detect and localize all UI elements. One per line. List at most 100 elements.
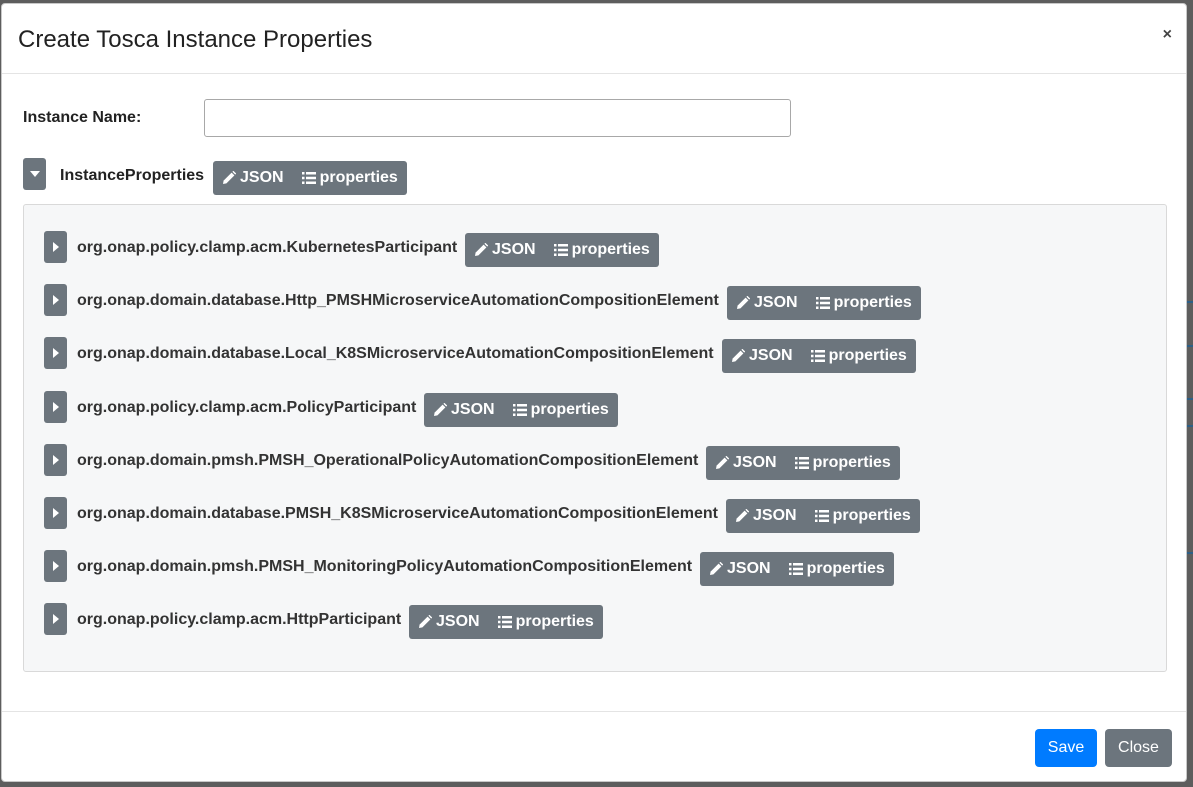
- json-edit-button[interactable]: JSON: [409, 605, 489, 639]
- json-edit-label: JSON: [753, 507, 797, 524]
- modal-header: Create Tosca Instance Properties ×: [2, 4, 1186, 74]
- list-icon: [815, 297, 830, 309]
- instance-properties-button-group: JSON properties: [213, 161, 407, 195]
- property-item-label: org.onap.domain.database.Local_K8SMicros…: [77, 345, 714, 362]
- expand-toggle-button[interactable]: [44, 391, 67, 423]
- properties-label: properties: [806, 560, 885, 577]
- save-button[interactable]: Save: [1035, 729, 1097, 767]
- list-icon: [553, 244, 568, 256]
- json-edit-label: JSON: [749, 347, 793, 364]
- property-item-label: org.onap.domain.pmsh.PMSH_MonitoringPoli…: [77, 558, 693, 575]
- caret-right-icon: [52, 295, 59, 305]
- property-item-label: org.onap.policy.clamp.acm.PolicyParticip…: [77, 399, 417, 416]
- list-icon: [814, 510, 829, 522]
- properties-label: properties: [828, 347, 907, 364]
- instance-name-row: Instance Name:: [23, 99, 823, 137]
- properties-button[interactable]: properties: [806, 499, 920, 533]
- properties-button[interactable]: properties: [802, 339, 916, 373]
- pencil-icon: [709, 562, 723, 576]
- json-edit-button[interactable]: JSON: [726, 499, 806, 533]
- pencil-icon: [418, 615, 432, 629]
- expand-toggle-button[interactable]: [44, 550, 67, 582]
- property-item-label: org.onap.domain.database.Http_PMSHMicros…: [77, 292, 719, 309]
- caret-right-icon: [52, 402, 59, 412]
- expand-toggle-button[interactable]: [44, 444, 67, 476]
- properties-label: properties: [571, 241, 650, 258]
- modal-footer: Save Close: [2, 711, 1186, 781]
- pencil-icon: [433, 403, 447, 417]
- caret-right-icon: [52, 614, 59, 624]
- properties-label: properties: [319, 169, 398, 186]
- collapse-toggle-button[interactable]: [23, 158, 46, 190]
- property-item-button-group: JSON properties: [722, 339, 916, 373]
- list-icon: [794, 457, 809, 469]
- instance-properties-label: InstanceProperties: [60, 167, 205, 184]
- json-edit-label: JSON: [436, 613, 480, 630]
- property-item-label: org.onap.policy.clamp.acm.KubernetesPart…: [77, 239, 458, 256]
- json-edit-label: JSON: [727, 560, 771, 577]
- list-icon: [512, 404, 527, 416]
- properties-button[interactable]: properties: [780, 552, 894, 586]
- json-edit-label: JSON: [240, 169, 284, 186]
- pencil-icon: [735, 509, 749, 523]
- properties-button[interactable]: properties: [293, 161, 407, 195]
- pencil-icon: [715, 456, 729, 470]
- json-edit-button[interactable]: JSON: [465, 233, 545, 267]
- expand-toggle-button[interactable]: [44, 603, 67, 635]
- list-icon: [301, 172, 316, 184]
- caret-down-icon: [29, 171, 40, 177]
- property-item-label: org.onap.domain.pmsh.PMSH_OperationalPol…: [77, 452, 699, 469]
- close-button[interactable]: Close: [1105, 729, 1172, 767]
- caret-right-icon: [52, 508, 59, 518]
- instance-name-input[interactable]: [204, 99, 791, 137]
- list-icon: [810, 350, 825, 362]
- property-item-button-group: JSON properties: [424, 393, 618, 427]
- json-edit-label: JSON: [754, 294, 798, 311]
- json-edit-label: JSON: [733, 454, 777, 471]
- json-edit-button[interactable]: JSON: [213, 161, 293, 195]
- caret-right-icon: [52, 561, 59, 571]
- expand-toggle-button[interactable]: [44, 497, 67, 529]
- json-edit-button[interactable]: JSON: [700, 552, 780, 586]
- properties-label: properties: [530, 401, 609, 418]
- list-icon: [788, 563, 803, 575]
- json-edit-label: JSON: [451, 401, 495, 418]
- json-edit-button[interactable]: JSON: [722, 339, 802, 373]
- property-item-label: org.onap.domain.database.PMSH_K8SMicrose…: [77, 505, 718, 522]
- property-item-button-group: JSON properties: [727, 286, 921, 320]
- properties-label: properties: [515, 613, 594, 630]
- properties-button[interactable]: properties: [807, 286, 921, 320]
- expand-toggle-button[interactable]: [44, 231, 67, 263]
- expand-toggle-button[interactable]: [44, 337, 67, 369]
- modal-dialog: Create Tosca Instance Properties × Insta…: [1, 3, 1187, 782]
- caret-right-icon: [52, 242, 59, 252]
- properties-button[interactable]: properties: [786, 446, 900, 480]
- pencil-icon: [222, 171, 236, 185]
- json-edit-button[interactable]: JSON: [424, 393, 504, 427]
- close-icon[interactable]: ×: [1163, 26, 1172, 44]
- list-icon: [497, 616, 512, 628]
- property-item-button-group: JSON properties: [409, 605, 603, 639]
- properties-label: properties: [833, 294, 912, 311]
- pencil-icon: [736, 296, 750, 310]
- instance-properties-panel: org.onap.policy.clamp.acm.KubernetesPart…: [23, 204, 1167, 672]
- properties-button[interactable]: properties: [504, 393, 618, 427]
- expand-toggle-button[interactable]: [44, 284, 67, 316]
- properties-label: properties: [812, 454, 891, 471]
- json-edit-label: JSON: [492, 241, 536, 258]
- caret-right-icon: [52, 348, 59, 358]
- instance-name-label: Instance Name:: [23, 109, 142, 126]
- pencil-icon: [474, 243, 488, 257]
- properties-label: properties: [832, 507, 911, 524]
- json-edit-button[interactable]: JSON: [706, 446, 786, 480]
- modal-title: Create Tosca Instance Properties: [18, 26, 373, 53]
- properties-button[interactable]: properties: [489, 605, 603, 639]
- caret-right-icon: [52, 455, 59, 465]
- properties-button[interactable]: properties: [545, 233, 659, 267]
- property-item-label: org.onap.policy.clamp.acm.HttpParticipan…: [77, 611, 402, 628]
- pencil-icon: [731, 349, 745, 363]
- json-edit-button[interactable]: JSON: [727, 286, 807, 320]
- property-item-button-group: JSON properties: [700, 552, 894, 586]
- property-item-button-group: JSON properties: [726, 499, 920, 533]
- property-item-button-group: JSON properties: [706, 446, 900, 480]
